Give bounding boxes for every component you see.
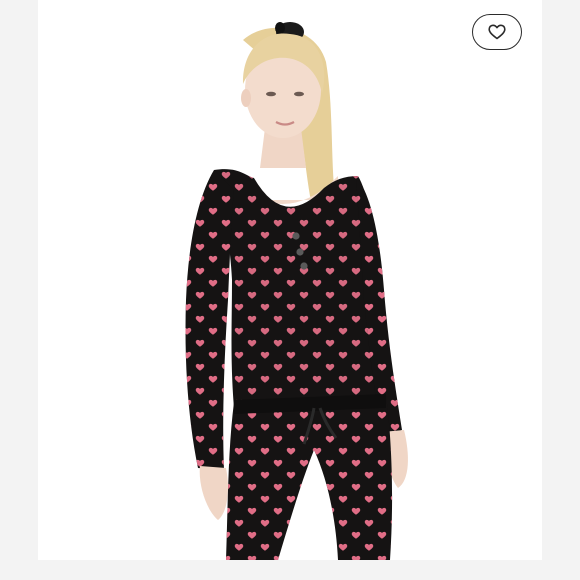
- like-button[interactable]: [472, 14, 522, 50]
- product-photo[interactable]: [38, 0, 542, 560]
- product-photo-illustration: [185, 22, 408, 560]
- listing-image-viewer: [0, 0, 580, 580]
- heart-outline-icon: [488, 24, 506, 40]
